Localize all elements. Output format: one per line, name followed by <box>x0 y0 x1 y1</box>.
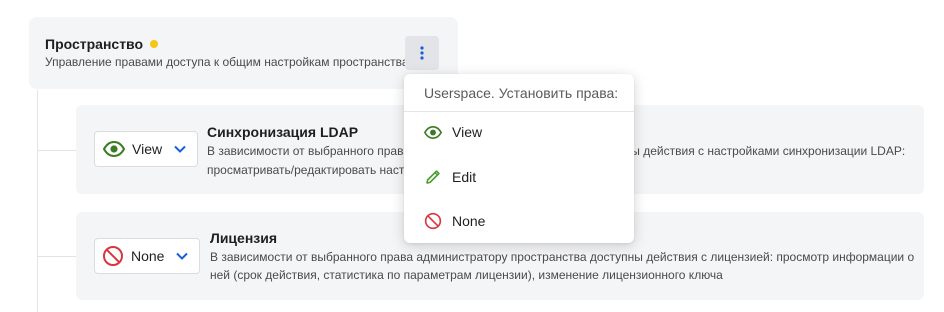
dropdown-item-edit[interactable]: Edit <box>404 157 634 197</box>
dropdown-item-label: None <box>452 213 486 229</box>
row-title: Лицензия <box>210 230 278 246</box>
tree-connector-ldap <box>37 150 77 151</box>
tree-connector-vertical <box>37 90 38 312</box>
row-title: Синхронизация LDAP <box>207 124 359 140</box>
dropdown-item-label: Edit <box>452 169 477 185</box>
permission-select-value: None <box>131 248 165 264</box>
space-title: Пространство <box>45 36 144 52</box>
space-card: Пространство Управление правами доступа … <box>29 17 458 89</box>
dropdown-header: Userspace. Установить права: <box>424 85 619 101</box>
permission-select-license[interactable]: None <box>94 238 200 274</box>
dropdown-item-label: View <box>452 124 483 140</box>
chevron-down-icon <box>176 252 189 260</box>
forbidden-icon <box>103 246 123 266</box>
chevron-down-icon <box>174 145 186 153</box>
permission-select-value: View <box>132 141 163 157</box>
forbidden-icon <box>424 212 442 230</box>
space-title-row: Пространство <box>45 36 159 52</box>
row-description-line1: В зависимости от выбранного права админи… <box>210 250 915 264</box>
space-description: Управление правами доступа к общим настр… <box>45 55 409 69</box>
dropdown-item-view[interactable]: View <box>404 112 634 152</box>
pencil-icon <box>426 170 440 184</box>
eye-icon <box>424 125 442 139</box>
more-options-button[interactable] <box>405 36 439 70</box>
eye-icon <box>103 141 125 157</box>
row-description-line2: ней (срок действия, статистика по параме… <box>210 268 723 282</box>
permission-dropdown-menu: Userspace. Установить права: View Edit N… <box>404 74 634 243</box>
dropdown-item-none[interactable]: None <box>404 201 634 241</box>
status-dot <box>150 40 159 48</box>
permission-select-ldap[interactable]: View <box>94 131 198 167</box>
tree-connector-license <box>37 256 77 257</box>
more-vertical-icon <box>420 46 424 60</box>
